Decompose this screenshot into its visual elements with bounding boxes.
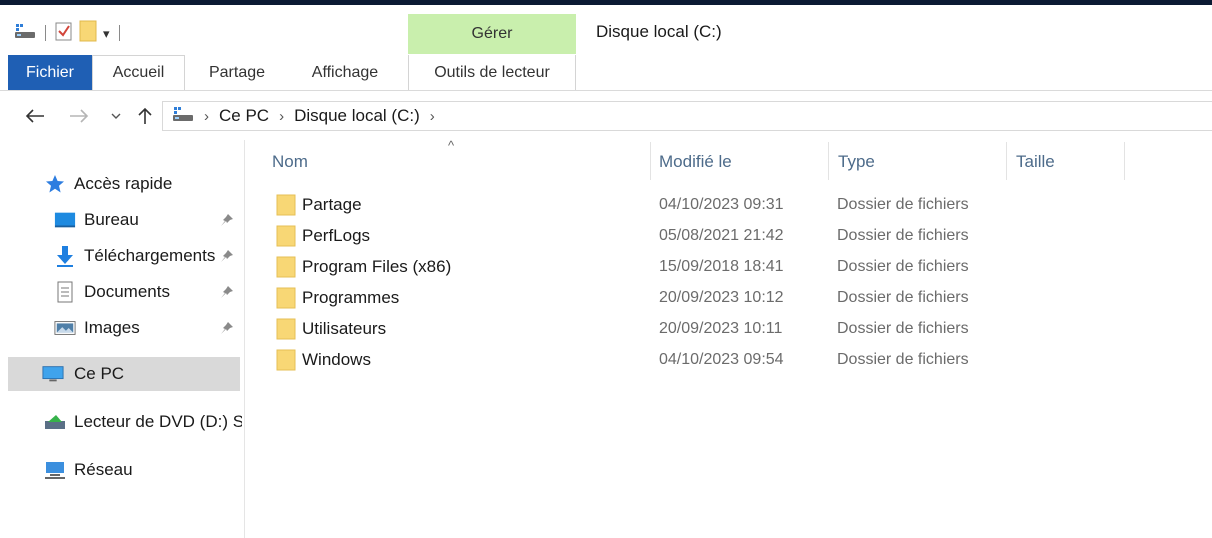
column-header-type[interactable]: Type bbox=[838, 145, 875, 179]
breadcrumb-this-pc[interactable]: Ce PC bbox=[219, 106, 269, 126]
file-modified: 20/09/2023 10:12 bbox=[659, 288, 784, 306]
column-divider[interactable] bbox=[828, 142, 829, 180]
sidebar-item-desktop[interactable]: Bureau bbox=[54, 203, 139, 237]
pin-icon[interactable] bbox=[219, 284, 235, 300]
tab-share[interactable]: Partage bbox=[196, 55, 278, 90]
file-modified: 15/09/2018 18:41 bbox=[659, 257, 784, 275]
sidebar-item-label: Téléchargements bbox=[84, 246, 216, 265]
folder-icon bbox=[276, 256, 296, 283]
file-modified: 04/10/2023 09:31 bbox=[659, 195, 784, 213]
column-divider[interactable] bbox=[1124, 142, 1125, 180]
toolbar-separator bbox=[45, 25, 46, 41]
file-name: Partage bbox=[302, 194, 362, 214]
column-header-size[interactable]: Taille bbox=[1016, 145, 1055, 179]
new-folder-icon[interactable] bbox=[79, 20, 97, 47]
sidebar-item-quick-access[interactable]: Accès rapide bbox=[44, 167, 172, 201]
column-header-name[interactable]: Nom bbox=[272, 145, 308, 179]
sort-ascending-icon[interactable]: ^ bbox=[448, 138, 454, 153]
breadcrumb-local-disk[interactable]: Disque local (C:) bbox=[294, 106, 420, 126]
document-icon bbox=[54, 281, 76, 303]
folder-icon bbox=[276, 349, 296, 376]
pin-icon[interactable] bbox=[219, 320, 235, 336]
tab-drive-tools[interactable]: Outils de lecteur bbox=[408, 55, 576, 90]
file-name: Program Files (x86) bbox=[302, 256, 452, 276]
computer-icon bbox=[42, 363, 64, 385]
back-arrow-icon[interactable] bbox=[22, 96, 48, 136]
sidebar-item-pictures[interactable]: Images bbox=[54, 311, 140, 345]
toolbar-separator bbox=[118, 25, 120, 41]
file-row[interactable]: Utilisateurs 20/09/2023 10:11 Dossier de… bbox=[262, 313, 1022, 344]
file-row[interactable]: Windows 04/10/2023 09:54 Dossier de fich… bbox=[262, 344, 1022, 375]
sidebar-item-dvd-drive[interactable]: Lecteur de DVD (D:) S bbox=[44, 405, 242, 439]
manage-group-label: Gérer bbox=[471, 25, 513, 42]
ribbon-tabs: Fichier Accueil Partage Affichage Outils… bbox=[0, 55, 1212, 91]
file-name: Windows bbox=[302, 349, 371, 369]
dvd-drive-icon bbox=[44, 411, 66, 433]
file-name: Programmes bbox=[302, 287, 400, 307]
file-row[interactable]: Program Files (x86) 15/09/2018 18:41 Dos… bbox=[262, 251, 1022, 282]
chevron-right-icon[interactable]: › bbox=[204, 108, 209, 125]
file-modified: 04/10/2023 09:54 bbox=[659, 350, 784, 368]
column-header-modified[interactable]: Modifié le bbox=[659, 145, 732, 179]
tab-file[interactable]: Fichier bbox=[8, 55, 92, 90]
sidebar-item-label: Documents bbox=[84, 282, 170, 301]
file-modified: 05/08/2021 21:42 bbox=[659, 226, 784, 244]
sidebar-item-label: Ce PC bbox=[74, 364, 125, 383]
file-type: Dossier de fichiers bbox=[837, 226, 969, 244]
download-arrow-icon bbox=[54, 245, 76, 267]
drive-icon[interactable] bbox=[14, 22, 36, 45]
drive-icon bbox=[172, 105, 194, 128]
sidebar-item-label: Lecteur de DVD (D:) S bbox=[74, 412, 242, 431]
sidebar-item-downloads[interactable]: Téléchargements bbox=[54, 239, 218, 273]
file-type: Dossier de fichiers bbox=[837, 195, 969, 213]
pin-icon[interactable] bbox=[219, 248, 235, 264]
network-icon bbox=[44, 459, 66, 481]
sidebar-item-label: Réseau bbox=[74, 460, 133, 479]
breadcrumb: › Ce PC › Disque local (C:) › bbox=[172, 101, 445, 131]
column-divider[interactable] bbox=[650, 142, 651, 180]
sidebar-item-label: Accès rapide bbox=[74, 174, 173, 193]
pictures-icon bbox=[54, 317, 76, 339]
properties-checkmark-icon[interactable] bbox=[55, 21, 73, 46]
column-divider[interactable] bbox=[1006, 142, 1007, 180]
tab-view[interactable]: Affichage bbox=[292, 55, 398, 90]
chevron-right-icon[interactable]: › bbox=[279, 108, 284, 125]
file-row[interactable]: Programmes 20/09/2023 10:12 Dossier de f… bbox=[262, 282, 1022, 313]
quick-access-toolbar: ▾ bbox=[14, 18, 129, 48]
tab-home[interactable]: Accueil bbox=[92, 55, 185, 91]
sidebar-item-network[interactable]: Réseau bbox=[44, 453, 133, 487]
folder-icon bbox=[276, 225, 296, 252]
window-top-border bbox=[0, 0, 1212, 5]
forward-arrow-icon[interactable] bbox=[66, 96, 92, 136]
file-modified: 20/09/2023 10:11 bbox=[659, 319, 783, 337]
ribbon-divider bbox=[0, 90, 1212, 91]
recent-locations-chevron-icon[interactable] bbox=[108, 96, 124, 136]
file-type: Dossier de fichiers bbox=[837, 288, 969, 306]
file-type: Dossier de fichiers bbox=[837, 319, 969, 337]
folder-icon bbox=[276, 318, 296, 345]
sidebar-item-this-pc[interactable]: Ce PC bbox=[8, 357, 240, 391]
window-title: Disque local (C:) bbox=[596, 22, 722, 41]
sidebar-item-label: Bureau bbox=[84, 210, 139, 229]
up-arrow-icon[interactable] bbox=[134, 96, 156, 136]
sidebar-item-label: Images bbox=[84, 318, 140, 337]
file-type: Dossier de fichiers bbox=[837, 350, 969, 368]
file-name: Utilisateurs bbox=[302, 318, 387, 338]
star-icon bbox=[44, 173, 66, 195]
sidebar-item-documents[interactable]: Documents bbox=[54, 275, 170, 309]
file-name: PerfLogs bbox=[302, 225, 371, 245]
file-row[interactable]: PerfLogs 05/08/2021 21:42 Dossier de fic… bbox=[262, 220, 1022, 251]
folder-icon bbox=[276, 194, 296, 221]
customize-toolbar-dropdown-icon[interactable]: ▾ bbox=[103, 27, 110, 40]
pin-icon[interactable] bbox=[219, 212, 235, 228]
desktop-icon bbox=[54, 209, 76, 231]
file-type: Dossier de fichiers bbox=[837, 257, 969, 275]
file-row[interactable]: Partage 04/10/2023 09:31 Dossier de fich… bbox=[262, 189, 1022, 220]
chevron-right-icon[interactable]: › bbox=[430, 108, 435, 125]
folder-icon bbox=[276, 287, 296, 314]
